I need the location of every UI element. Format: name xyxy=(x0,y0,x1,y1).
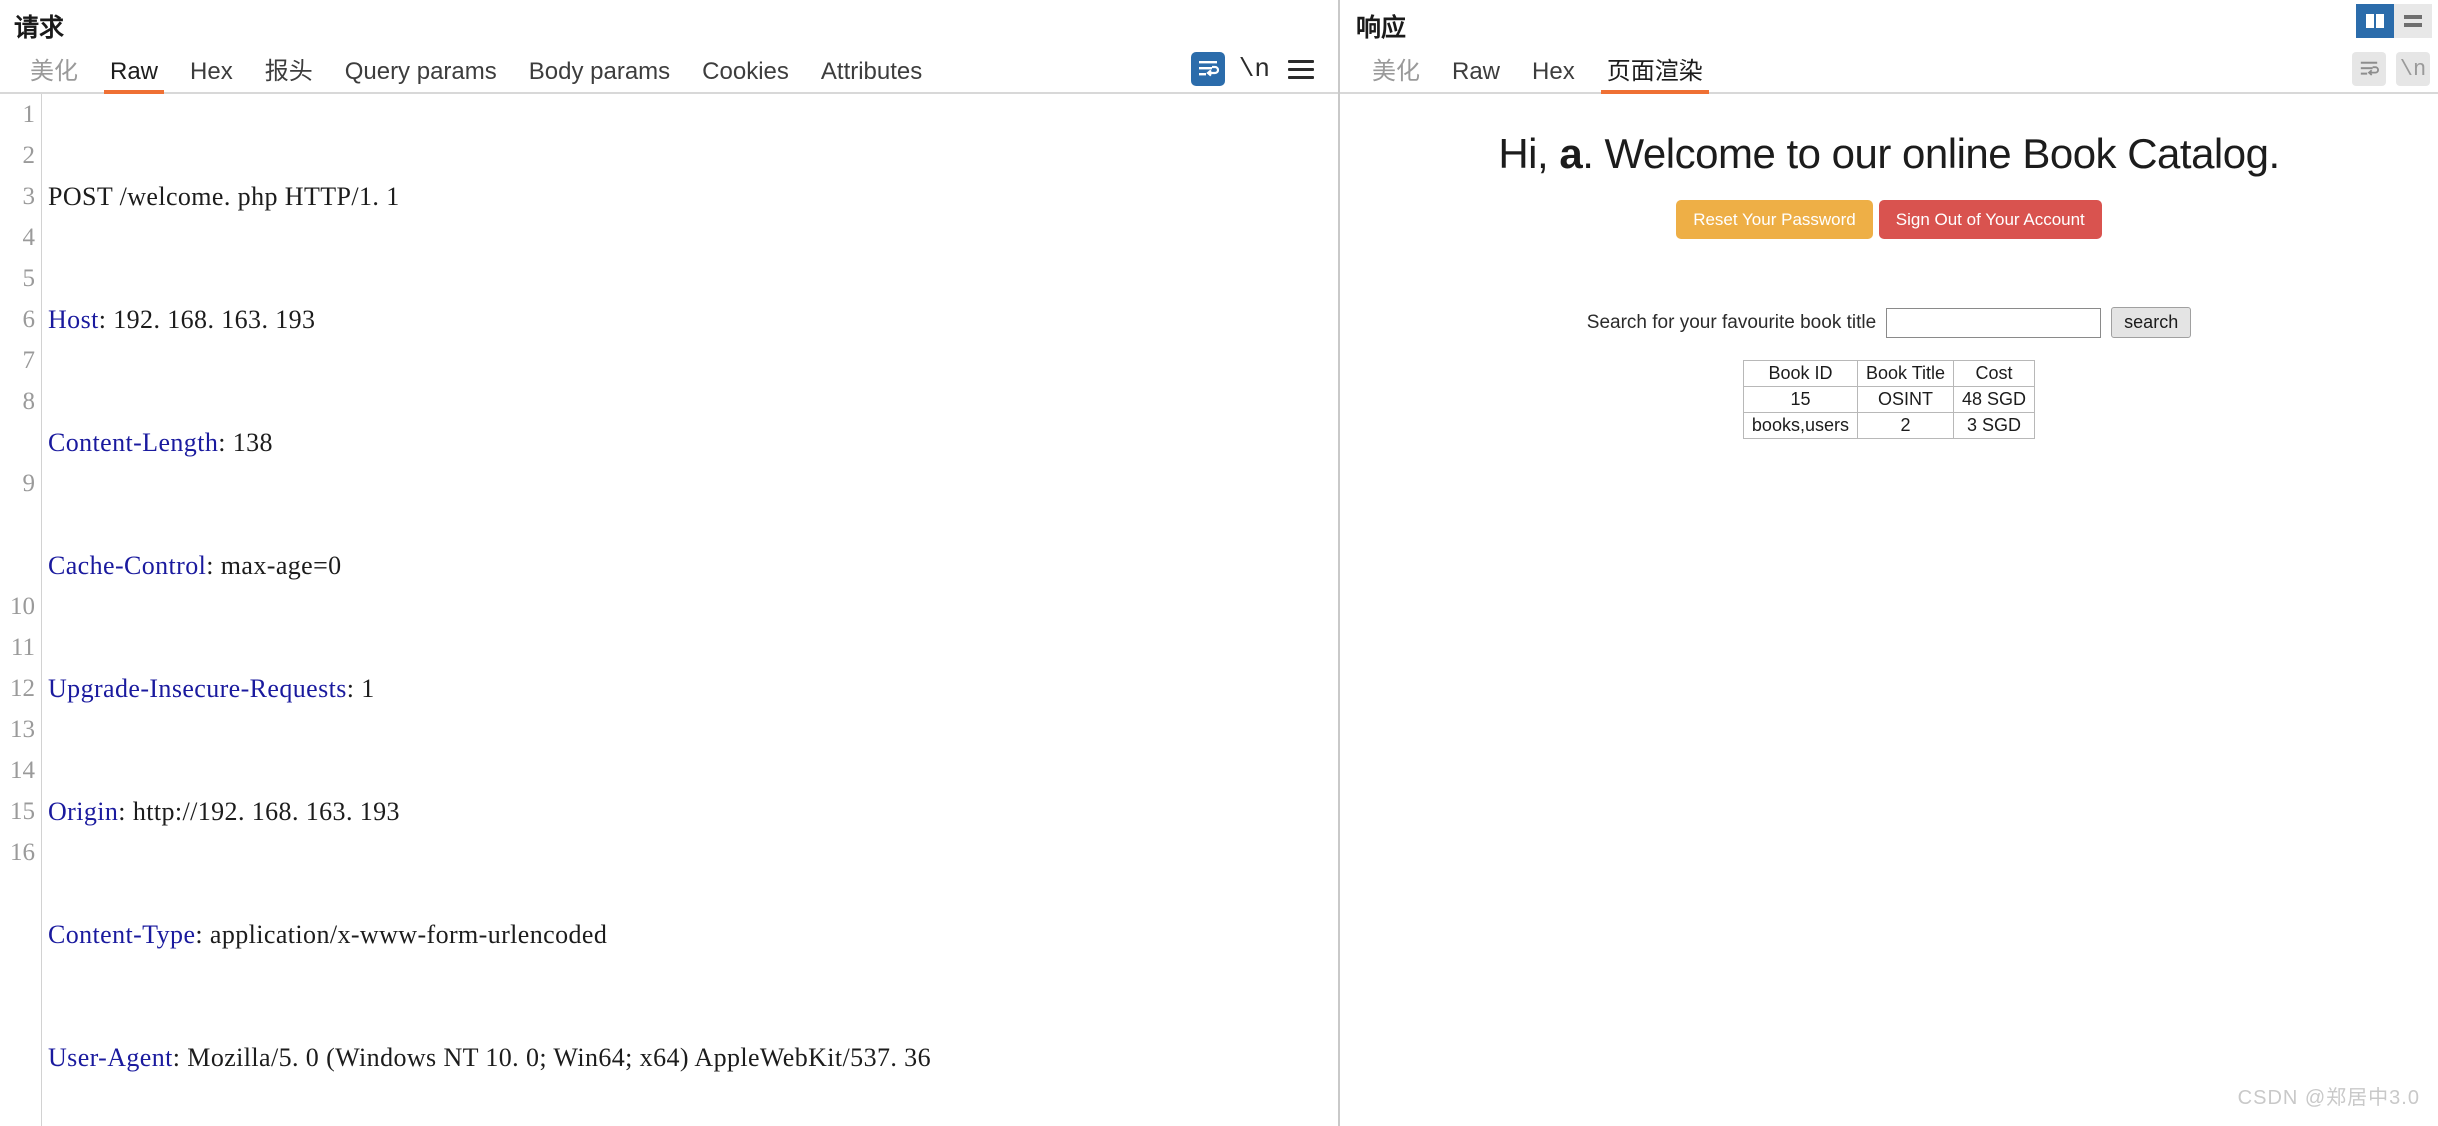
cell-cost: 3 SGD xyxy=(1953,412,2036,439)
tab-raw[interactable]: Raw xyxy=(94,60,174,94)
line-number: 10 xyxy=(10,593,35,620)
tab-headers[interactable]: 报头 xyxy=(249,60,329,94)
search-input[interactable] xyxy=(1886,307,2102,338)
search-label: Search for your favourite book title xyxy=(1586,311,1877,333)
response-tab-raw[interactable]: Raw xyxy=(1436,60,1516,94)
tab-attributes[interactable]: Attributes xyxy=(805,60,938,94)
line-number: 9 xyxy=(22,470,36,497)
cell-book-title: OSINT xyxy=(1856,386,1955,413)
cell-book-id: books,users xyxy=(1742,412,1858,439)
response-pane-title: 响应 xyxy=(1356,14,1407,42)
line-number: 7 xyxy=(22,347,36,374)
line-number: 13 xyxy=(10,716,35,743)
newline-toggle[interactable]: \n xyxy=(1239,54,1270,84)
line-number: 5 xyxy=(22,265,36,292)
request-pane: 请求 美化 Raw Hex 报头 Query params Body param… xyxy=(0,0,1340,1126)
response-tabbar: 美化 Raw Hex 页面渲染 \n xyxy=(1340,44,2438,94)
account-action-buttons: Reset Your Password Sign Out of Your Acc… xyxy=(1340,200,2438,239)
code-line: Host: 192. 168. 163. 193 xyxy=(48,305,316,334)
response-toolbar: \n xyxy=(2352,52,2438,94)
cell-book-title: 2 xyxy=(1856,412,1955,439)
table-row: 15 OSINT 48 SGD xyxy=(1742,386,2036,413)
rendered-response-page: Hi, a. Welcome to our online Book Catalo… xyxy=(1340,94,2438,1126)
list-view-icon[interactable] xyxy=(2394,4,2432,38)
line-number: 15 xyxy=(10,798,35,825)
column-header-cost: Cost xyxy=(1953,360,2036,387)
hamburger-menu-icon[interactable] xyxy=(1284,52,1318,86)
search-results-table: Book ID Book Title Cost 15 OSINT 48 SGD … xyxy=(1742,360,2036,439)
sign-out-button[interactable]: Sign Out of Your Account xyxy=(1878,200,2102,239)
word-wrap-icon[interactable] xyxy=(1190,52,1225,86)
book-search-form: Search for your favourite book title sea… xyxy=(1340,307,2438,338)
response-tab-page-render[interactable]: 页面渲染 xyxy=(1591,60,1719,94)
split-view-icon[interactable] xyxy=(2356,4,2394,38)
tab-hex[interactable]: Hex xyxy=(174,60,249,94)
welcome-heading: Hi, a. Welcome to our online Book Catalo… xyxy=(1340,94,2438,178)
line-number: 4 xyxy=(22,224,36,251)
line-number xyxy=(0,914,35,955)
request-tabbar: 美化 Raw Hex 报头 Query params Body params C… xyxy=(0,44,1338,94)
response-tab-hex[interactable]: Hex xyxy=(1516,60,1591,94)
welcome-username: a xyxy=(1559,130,1583,177)
tab-body-params[interactable]: Body params xyxy=(513,60,686,94)
search-submit-button[interactable]: search xyxy=(2111,307,2192,338)
cell-cost: 48 SGD xyxy=(1953,386,2036,413)
line-number: 1 xyxy=(22,101,36,128)
word-wrap-icon[interactable] xyxy=(2352,52,2386,86)
cell-book-id: 15 xyxy=(1742,386,1858,413)
code-line: Content-Length: 138 xyxy=(48,428,273,457)
reset-password-button[interactable]: Reset Your Password xyxy=(1676,200,1873,239)
tab-beautify[interactable]: 美化 xyxy=(14,60,94,94)
line-number: 14 xyxy=(10,757,35,784)
line-number: 6 xyxy=(22,306,36,333)
line-number: 11 xyxy=(10,634,35,661)
table-row: books,users 2 3 SGD xyxy=(1742,412,2036,439)
response-tab-beautify[interactable]: 美化 xyxy=(1356,60,1436,94)
line-number: 2 xyxy=(22,142,36,169)
watermark: CSDN @郑居中3.0 xyxy=(2237,1087,2420,1109)
line-number xyxy=(0,422,35,463)
app-root: 请求 美化 Raw Hex 报头 Query params Body param… xyxy=(0,0,2438,1126)
tab-query-params[interactable]: Query params xyxy=(329,60,513,94)
welcome-suffix: . Welcome to our online Book Catalog. xyxy=(1582,130,2280,177)
welcome-prefix: Hi, xyxy=(1498,130,1560,177)
code-line: Upgrade-Insecure-Requests: 1 xyxy=(48,674,375,703)
column-header-book-id: Book ID xyxy=(1742,360,1858,387)
tab-cookies[interactable]: Cookies xyxy=(686,60,805,94)
newline-toggle[interactable]: \n xyxy=(2396,52,2430,86)
table-header-row: Book ID Book Title Cost xyxy=(1742,360,2036,387)
line-number-gutter: 1 2 3 4 5 6 7 8 9 10 11 12 13 14 15 16 xyxy=(0,94,42,1126)
line-number xyxy=(0,504,35,545)
line-number xyxy=(0,545,35,586)
window-layout-buttons xyxy=(2356,4,2432,38)
code-line: User-Agent: Mozilla/5. 0 (Windows NT 10.… xyxy=(48,1043,931,1072)
request-line-text: POST /welcome. php HTTP/1. 1 xyxy=(48,182,400,211)
request-editor[interactable]: 1 2 3 4 5 6 7 8 9 10 11 12 13 14 15 16 P… xyxy=(0,94,1338,1126)
response-pane: 响应 美化 Raw Hex 页面渲染 \n Hi, a. Welcome to … xyxy=(1340,0,2438,1126)
column-header-book-title: Book Title xyxy=(1856,360,1955,387)
code-line: POST /welcome. php HTTP/1. 1 xyxy=(48,176,1338,217)
line-number: 12 xyxy=(10,675,35,702)
code-line: Origin: http://192. 168. 163. 193 xyxy=(48,797,400,826)
line-number xyxy=(0,873,35,914)
line-number: 3 xyxy=(22,183,36,210)
request-pane-title: 请求 xyxy=(14,14,65,42)
code-line: Content-Type: application/x-www-form-url… xyxy=(48,920,608,949)
line-number: 8 xyxy=(22,388,36,415)
line-number: 16 xyxy=(10,839,35,866)
request-raw-text[interactable]: POST /welcome. php HTTP/1. 1 Host: 192. … xyxy=(42,94,1338,1126)
request-toolbar: \n xyxy=(1190,52,1338,94)
code-line: Cache-Control: max-age=0 xyxy=(48,551,342,580)
